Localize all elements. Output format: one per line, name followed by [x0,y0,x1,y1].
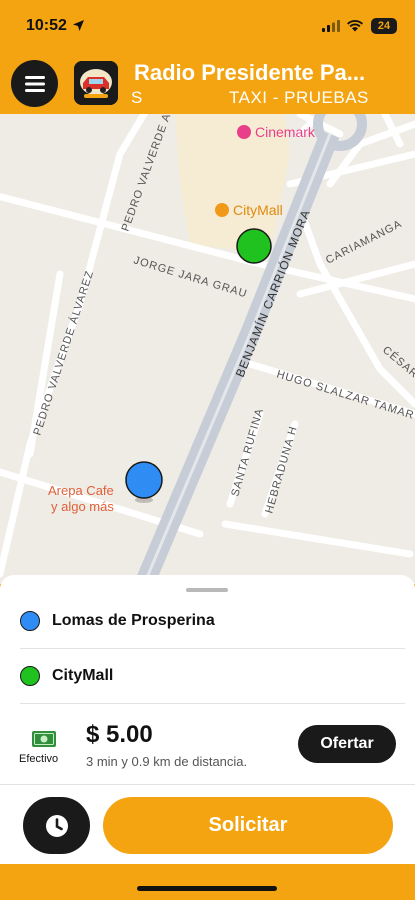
destination-label: CityMall [52,667,114,684]
origin-pin[interactable] [125,461,163,499]
sheet-grabber[interactable] [186,588,228,592]
app-logo [74,61,118,105]
request-button[interactable]: Solicitar [103,797,393,854]
divider [0,784,415,785]
street-label: SANTA RUFINA [229,407,266,498]
home-indicator[interactable] [137,886,277,891]
schedule-button[interactable] [23,797,90,854]
street-label: JORGE JARA GRAU [132,254,249,300]
street-label: PEDRO VALVERDE A [120,114,174,233]
cash-icon[interactable] [32,731,56,747]
menu-button[interactable] [11,60,58,107]
origin-label: Lomas de Prosperina [52,612,215,629]
poi-citymall: CityMall [233,202,283,218]
app-subtitle: TAXI - PRUEBAS [229,88,369,107]
poi-arepa-line2: y algo más [51,499,114,514]
street-label: HEBRADUNA H [263,425,299,515]
street-label: CARIAMANGA [324,218,404,267]
hamburger-menu-icon [24,75,45,92]
status-bar: 10:52 24 [0,0,415,52]
street-label: PEDRO VALVERDE ÁLVAREZ [30,269,96,437]
app-header: Radio Presidente Pa... S TAXI - PRUEBAS [0,52,415,114]
price-row: Efectivo $ 5.00 3 min y 0.9 km de distan… [0,704,415,784]
poi-cinemark: Cinemark [255,124,316,140]
map-view[interactable]: PEDRO VALVERDE A PEDRO VALVERDE ÁLVAREZ … [0,114,415,584]
map-canvas: PEDRO VALVERDE A PEDRO VALVERDE ÁLVAREZ … [0,114,415,584]
trip-price: $ 5.00 [86,721,153,748]
wifi-icon [347,19,363,32]
offer-button[interactable]: Ofertar [298,725,396,763]
cellular-signal-icon [322,20,340,32]
app-title: Radio Presidente Pa... [134,60,366,85]
payment-method-label: Efectivo [19,753,59,765]
poi-arepa-line1: Arepa Cafe [48,483,114,498]
destination-row[interactable]: CityMall [0,649,415,703]
street-label: HUGO SLALZAR TAMAR [275,368,415,421]
clock-icon [45,814,68,837]
cinema-icon [237,125,251,139]
origin-row[interactable]: Lomas de Prosperina [0,595,415,649]
bottom-bar [0,864,415,900]
location-arrow-icon [73,20,84,31]
destination-pin[interactable] [236,228,272,264]
status-time: 10:52 [26,17,67,34]
trip-sheet: Lomas de Prosperina CityMall Efectivo $ … [0,575,415,864]
app-subtitle-fragment: S [131,88,143,107]
shopping-icon [215,203,229,217]
battery-indicator: 24 [371,18,397,34]
origin-dot-icon [20,611,40,631]
destination-dot-icon [20,666,40,686]
trip-eta: 3 min y 0.9 km de distancia. [86,754,248,769]
